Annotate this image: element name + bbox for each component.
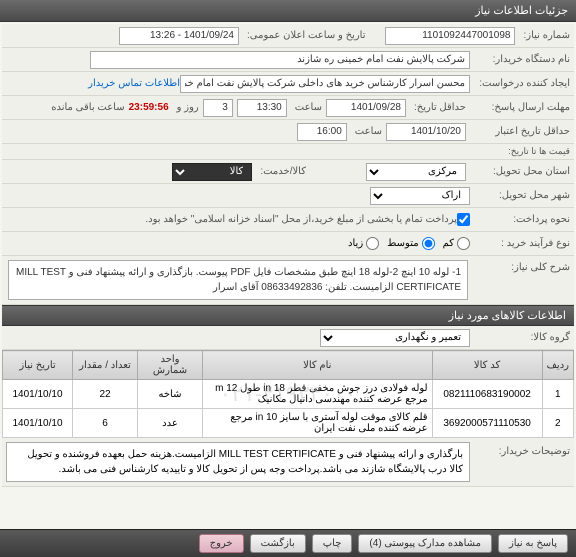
creator-label: ایجاد کننده درخواست:	[470, 78, 570, 89]
remain-label: ساعت باقی مانده	[47, 102, 124, 113]
th-date: تاریخ نیاز	[3, 351, 73, 380]
th-name: نام کالا	[203, 351, 433, 380]
content-area: شماره نیاز: تاریخ و ساعت اعلان عمومی: نا…	[0, 22, 576, 529]
cell-idx: 2	[542, 409, 573, 438]
table-row[interactable]: 2 3692000571110530 قلم کالای موقت لوله آ…	[3, 409, 574, 438]
deadline-label: حداقل تاریخ:	[410, 102, 466, 113]
window-title: جزئیات اطلاعات نیاز	[475, 4, 568, 17]
th-code: کد کالا	[432, 351, 542, 380]
deadline-date-input[interactable]	[326, 99, 406, 117]
form-section: شماره نیاز: تاریخ و ساعت اعلان عمومی: نا…	[2, 24, 574, 305]
payment-label: نحوه پرداخت:	[470, 214, 570, 225]
group-select[interactable]: تعمیر و نگهداری	[320, 329, 470, 347]
creator-input[interactable]	[180, 75, 470, 93]
payment-note: پرداخت تمام یا بخشی از مبلغ خرید،از محل …	[141, 214, 457, 225]
desc-box: 1- لوله 10 اینچ 2-لوله 18 اینچ طبق مشخصا…	[8, 260, 468, 300]
contact-link[interactable]: اطلاعات تماس خریدار	[88, 78, 180, 89]
payment-checkbox[interactable]	[457, 213, 470, 226]
respond-button[interactable]: پاسخ به نیاز	[498, 534, 568, 553]
th-idx: ردیف	[542, 351, 573, 380]
cell-qty: 6	[73, 409, 138, 438]
buyer-input[interactable]	[90, 51, 470, 69]
announce-label: تاریخ و ساعت اعلان عمومی:	[243, 30, 366, 41]
days-input[interactable]	[203, 99, 233, 117]
table-row[interactable]: 1 0821110683190002 لوله فولادی درز جوش م…	[3, 380, 574, 409]
remarks-label: توضیحات خریدار:	[470, 442, 570, 457]
cell-code: 0821110683190002	[432, 380, 542, 409]
delivery-province-label: استان محل تحویل:	[470, 166, 570, 177]
process-radio-low[interactable]: کم	[443, 237, 470, 250]
item-service-select[interactable]: کالا	[172, 163, 252, 181]
radio-high[interactable]	[366, 237, 379, 250]
process-radio-med[interactable]: متوسط	[387, 237, 434, 250]
footer-toolbar: پاسخ به نیاز مشاهده مدارک پیوستی (4) چاپ…	[0, 529, 576, 557]
buyer-label: نام دستگاه خریدار:	[470, 54, 570, 65]
province-select[interactable]: مرکزی	[366, 163, 466, 181]
cell-idx: 1	[542, 380, 573, 409]
need-no-label: شماره نیاز:	[519, 30, 570, 41]
deadline-time-label: ساعت	[291, 102, 322, 113]
announce-input[interactable]	[119, 27, 239, 45]
group-label: گروه کالا:	[470, 332, 570, 343]
th-qty: تعداد / مقدار	[73, 351, 138, 380]
table-wrapper: ۰۲۱-۴۱۹۳۴۰۰۰ ردیف کد کالا نام کالا واحد …	[2, 350, 574, 438]
validity-date-input[interactable]	[386, 123, 466, 141]
city-label: شهر محل تحویل:	[470, 190, 570, 201]
cell-date: 1401/10/10	[3, 380, 73, 409]
back-button[interactable]: بازگشت	[250, 534, 306, 553]
radio-low[interactable]	[457, 237, 470, 250]
countdown-timer: 23:59:56	[129, 102, 169, 113]
process-label: نوع فرآیند خرید :	[470, 238, 570, 249]
need-no-input[interactable]	[385, 27, 515, 45]
validity-label: حداقل تاریخ اعتبار	[470, 126, 570, 137]
cell-qty: 22	[73, 380, 138, 409]
cell-name: لوله فولادی درز جوش مخفی قطر 18 in طول 1…	[203, 380, 433, 409]
cell-unit: شاخه	[138, 380, 203, 409]
process-radio-high[interactable]: زیاد	[348, 237, 379, 250]
validity-time-label: ساعت	[351, 126, 382, 137]
cell-date: 1401/10/10	[3, 409, 73, 438]
table-header-row: ردیف کد کالا نام کالا واحد شمارش تعداد /…	[3, 351, 574, 380]
items-table: ردیف کد کالا نام کالا واحد شمارش تعداد /…	[2, 350, 574, 438]
print-button[interactable]: چاپ	[312, 534, 353, 553]
attachments-button[interactable]: مشاهده مدارک پیوستی (4)	[358, 534, 492, 553]
titlebar: جزئیات اطلاعات نیاز	[0, 0, 576, 22]
process-radio-group: کم متوسط زیاد	[348, 237, 470, 250]
send-label: مهلت ارسال پاسخ:	[470, 102, 570, 113]
exit-button[interactable]: خروج	[199, 534, 244, 553]
remarks-box: بارگذاری و ارائه پیشنهاد فنی و MILL TEST…	[6, 442, 470, 482]
window: جزئیات اطلاعات نیاز شماره نیاز: تاریخ و …	[0, 0, 576, 557]
validity-time-input[interactable]	[297, 123, 347, 141]
cell-unit: عدد	[138, 409, 203, 438]
item-service-label: کالا/خدمت:	[256, 166, 306, 177]
th-unit: واحد شمارش	[138, 351, 203, 380]
days-label: روز و	[173, 102, 199, 113]
cell-name: قلم کالای موقت لوله آستری با سایز 10 in …	[203, 409, 433, 438]
deadline-time-input[interactable]	[237, 99, 287, 117]
cell-code: 3692000571110530	[432, 409, 542, 438]
radio-med[interactable]	[422, 237, 435, 250]
items-section-header: اطلاعات کالاهای مورد نیاز	[2, 305, 574, 326]
city-select[interactable]: اراک	[370, 187, 470, 205]
desc-label: شرح کلی نیاز:	[470, 258, 570, 273]
validity-sub-label: قیمت ها تا تاریخ:	[470, 146, 570, 157]
